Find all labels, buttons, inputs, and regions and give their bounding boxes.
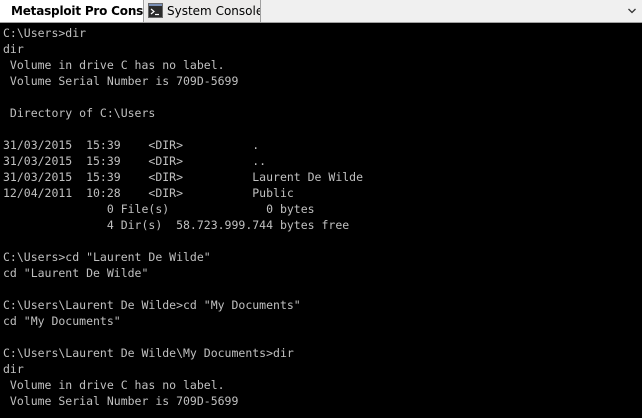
- console-line: Volume in drive C has no label.: [3, 58, 225, 72]
- console-line: 12/04/2011 10:28 <DIR> Public: [3, 186, 294, 200]
- console-line: 4 Dir(s) 58.723.999.744 bytes free: [3, 218, 350, 232]
- tab-metasploit-pro-console[interactable]: Metasploit Pro Conso...: [0, 0, 144, 22]
- console-window-icon: [148, 3, 163, 18]
- tab-bar: Metasploit Pro Conso... System Console: [0, 0, 642, 23]
- console-line: Volume Serial Number is 709D-5699: [3, 74, 239, 88]
- console-line: C:\Users>dir: [3, 26, 87, 40]
- console-line: Volume in drive C has no label.: [3, 378, 225, 392]
- console-line: Directory of C:\Users: [3, 106, 156, 120]
- console-line: C:\Users\Laurent De Wilde>cd "My Documen…: [3, 298, 301, 312]
- console-line: 0 File(s) 0 bytes: [3, 202, 315, 216]
- chevron-down-icon: [628, 8, 636, 14]
- console-line: 31/03/2015 15:39 <DIR> Laurent De Wilde: [3, 170, 364, 184]
- console-output-area[interactable]: C:\Users>dir dir Volume in drive C has no…: [0, 23, 642, 418]
- console-output: C:\Users>dir dir Volume in drive C has no…: [3, 25, 363, 409]
- console-line: dir: [3, 42, 24, 56]
- console-line: 31/03/2015 15:39 <DIR> .: [3, 138, 260, 152]
- tab-metasploit-pro-console-label: Metasploit Pro Conso...: [11, 4, 144, 18]
- console-line: dir: [3, 362, 24, 376]
- console-line: Volume Serial Number is 709D-5699: [3, 394, 239, 408]
- tab-list-menu-button[interactable]: [624, 2, 640, 20]
- console-line: C:\Users>cd "Laurent De Wilde": [3, 250, 211, 264]
- console-line: C:\Users\Laurent De Wilde\My Documents>d…: [3, 346, 294, 360]
- console-line: cd "Laurent De Wilde": [3, 266, 149, 280]
- console-line: 31/03/2015 15:39 <DIR> ..: [3, 154, 267, 168]
- metasploit-console-window: Metasploit Pro Conso... System Console C…: [0, 0, 642, 418]
- tab-system-console-label: System Console: [167, 4, 261, 18]
- console-line: cd "My Documents": [3, 314, 121, 328]
- tab-system-console[interactable]: System Console: [145, 0, 261, 22]
